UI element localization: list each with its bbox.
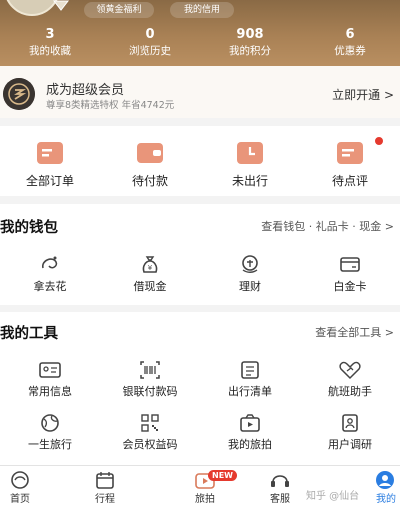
borrow-cash-label: 借现金 xyxy=(133,280,167,293)
tab-home[interactable]: 首页 xyxy=(0,466,40,507)
super-member-banner[interactable]: 成为超级会员 尊享8类精选特权 年省4742元 立即开通 > xyxy=(0,66,400,118)
member-title: 成为超级会员 xyxy=(46,83,125,98)
view-all-tools-link[interactable]: 查看全部工具 > xyxy=(315,324,394,340)
pending-payment-button[interactable]: 待付款 xyxy=(100,140,200,189)
finance-label: 理财 xyxy=(239,280,261,293)
frequent-info-label: 常用信息 xyxy=(28,385,72,398)
member-subtitle: 尊享8类精选特权 年省4742元 xyxy=(46,100,175,111)
card-icon xyxy=(340,257,360,272)
stat-coupons[interactable]: 6 优惠券 xyxy=(300,28,400,58)
stat-points[interactable]: 908 我的积分 xyxy=(200,28,300,58)
travel-checklist-button[interactable]: 出行清单 xyxy=(200,360,300,399)
tab-travel-photo-label: 旅拍 xyxy=(195,494,215,505)
all-orders-button[interactable]: 全部订单 xyxy=(0,140,100,189)
my-credit-pill[interactable]: 我的信用 xyxy=(170,2,234,18)
stat-number: 908 xyxy=(236,27,264,42)
stat-label: 浏览历史 xyxy=(129,45,171,57)
home-icon xyxy=(11,471,29,489)
pending-review-label: 待点评 xyxy=(331,174,368,188)
stat-number: 6 xyxy=(345,27,355,42)
not-traveled-label: 未出行 xyxy=(231,174,268,188)
tab-itinerary[interactable]: 行程 xyxy=(40,466,170,507)
finance-icon xyxy=(242,255,258,273)
clock-icon xyxy=(237,142,263,164)
pending-payment-label: 待付款 xyxy=(131,174,168,188)
unionpay-code-button[interactable]: 银联付款码 xyxy=(100,360,200,399)
flight-assistant-button[interactable]: 航班助手 xyxy=(300,360,400,399)
all-orders-label: 全部订单 xyxy=(25,174,74,188)
my-travel-photos-button[interactable]: 我的旅拍 xyxy=(200,413,300,452)
stat-label: 我的收藏 xyxy=(29,45,71,57)
tab-itinerary-label: 行程 xyxy=(95,494,115,505)
orders-card: 全部订单 待付款 未出行 待点评 xyxy=(0,126,400,196)
platinum-card-button[interactable]: 白金卡 xyxy=(300,254,400,294)
swirl-icon xyxy=(42,256,58,269)
wallet-card: 我的钱包 查看钱包 · 礼品卡 · 现金 > 拿去花 ¥ 借现金 理财 白金卡 xyxy=(0,204,400,305)
watermark: 知乎 @仙台 xyxy=(306,491,360,502)
nagehua-label: 拿去花 xyxy=(33,280,67,293)
platinum-card-label: 白金卡 xyxy=(333,280,367,293)
stat-favorites[interactable]: 3 我的收藏 xyxy=(0,28,100,58)
tools-card: 我的工具 查看全部工具 > 常用信息 银联付款码 出行清单 航班助手 一生旅行 … xyxy=(0,312,400,465)
headset-icon xyxy=(271,475,289,487)
survey-icon xyxy=(342,414,358,432)
profile-header: 领黄金福利 我的信用 3 我的收藏 0 浏览历史 908 我的积分 6 优惠券 xyxy=(0,0,400,66)
stat-label: 优惠券 xyxy=(334,45,366,57)
flight-assistant-label: 航班助手 xyxy=(328,385,372,398)
review-icon xyxy=(337,142,363,164)
stat-number: 0 xyxy=(145,27,155,42)
gold-benefit-pill[interactable]: 领黄金福利 xyxy=(84,2,154,18)
wallet-title: 我的钱包 xyxy=(0,220,58,236)
profile-icon xyxy=(376,471,394,489)
stat-history[interactable]: 0 浏览历史 xyxy=(100,28,200,58)
heart-plane-icon xyxy=(339,361,361,380)
tab-travel-photo[interactable]: NEW 旅拍 xyxy=(170,466,240,507)
globe-icon xyxy=(41,414,59,432)
member-rights-code-button[interactable]: 会员权益码 xyxy=(100,413,200,452)
stat-number: 3 xyxy=(45,27,55,42)
vip-badge-icon xyxy=(52,0,70,11)
svg-text:¥: ¥ xyxy=(148,264,153,272)
tab-home-label: 首页 xyxy=(10,494,30,505)
not-traveled-button[interactable]: 未出行 xyxy=(200,140,300,189)
my-travel-photos-label: 我的旅拍 xyxy=(228,438,272,451)
pending-review-button[interactable]: 待点评 xyxy=(300,137,400,189)
wallet-icon xyxy=(137,143,163,163)
stat-label: 我的积分 xyxy=(229,45,271,57)
tools-title: 我的工具 xyxy=(0,326,58,342)
user-survey-button[interactable]: 用户调研 xyxy=(300,413,400,452)
nagehua-button[interactable]: 拿去花 xyxy=(0,254,100,294)
stats-row: 3 我的收藏 0 浏览历史 908 我的积分 6 优惠券 xyxy=(0,28,400,58)
unionpay-code-label: 银联付款码 xyxy=(122,385,178,398)
super-member-logo-icon xyxy=(3,78,35,110)
borrow-cash-button[interactable]: ¥ 借现金 xyxy=(100,254,200,294)
money-bag-icon: ¥ xyxy=(142,256,158,273)
travel-checklist-label: 出行清单 xyxy=(228,385,272,398)
camera-icon xyxy=(240,414,260,432)
finance-button[interactable]: 理财 xyxy=(200,254,300,294)
frequent-info-button[interactable]: 常用信息 xyxy=(0,360,100,399)
all-orders-icon xyxy=(37,142,63,164)
qr-code-icon xyxy=(141,414,159,432)
new-badge: NEW xyxy=(208,470,237,481)
open-membership-button[interactable]: 立即开通 > xyxy=(332,86,394,103)
view-wallet-link[interactable]: 查看钱包 · 礼品卡 · 现金 > xyxy=(261,218,394,234)
checklist-icon xyxy=(241,361,259,379)
member-rights-code-label: 会员权益码 xyxy=(122,438,178,451)
notification-dot xyxy=(375,137,383,145)
user-survey-label: 用户调研 xyxy=(328,438,372,451)
id-card-icon xyxy=(39,362,61,378)
lifetime-travel-button[interactable]: 一生旅行 xyxy=(0,413,100,452)
barcode-icon xyxy=(140,361,160,379)
calendar-icon xyxy=(96,472,114,489)
lifetime-travel-label: 一生旅行 xyxy=(28,438,72,451)
